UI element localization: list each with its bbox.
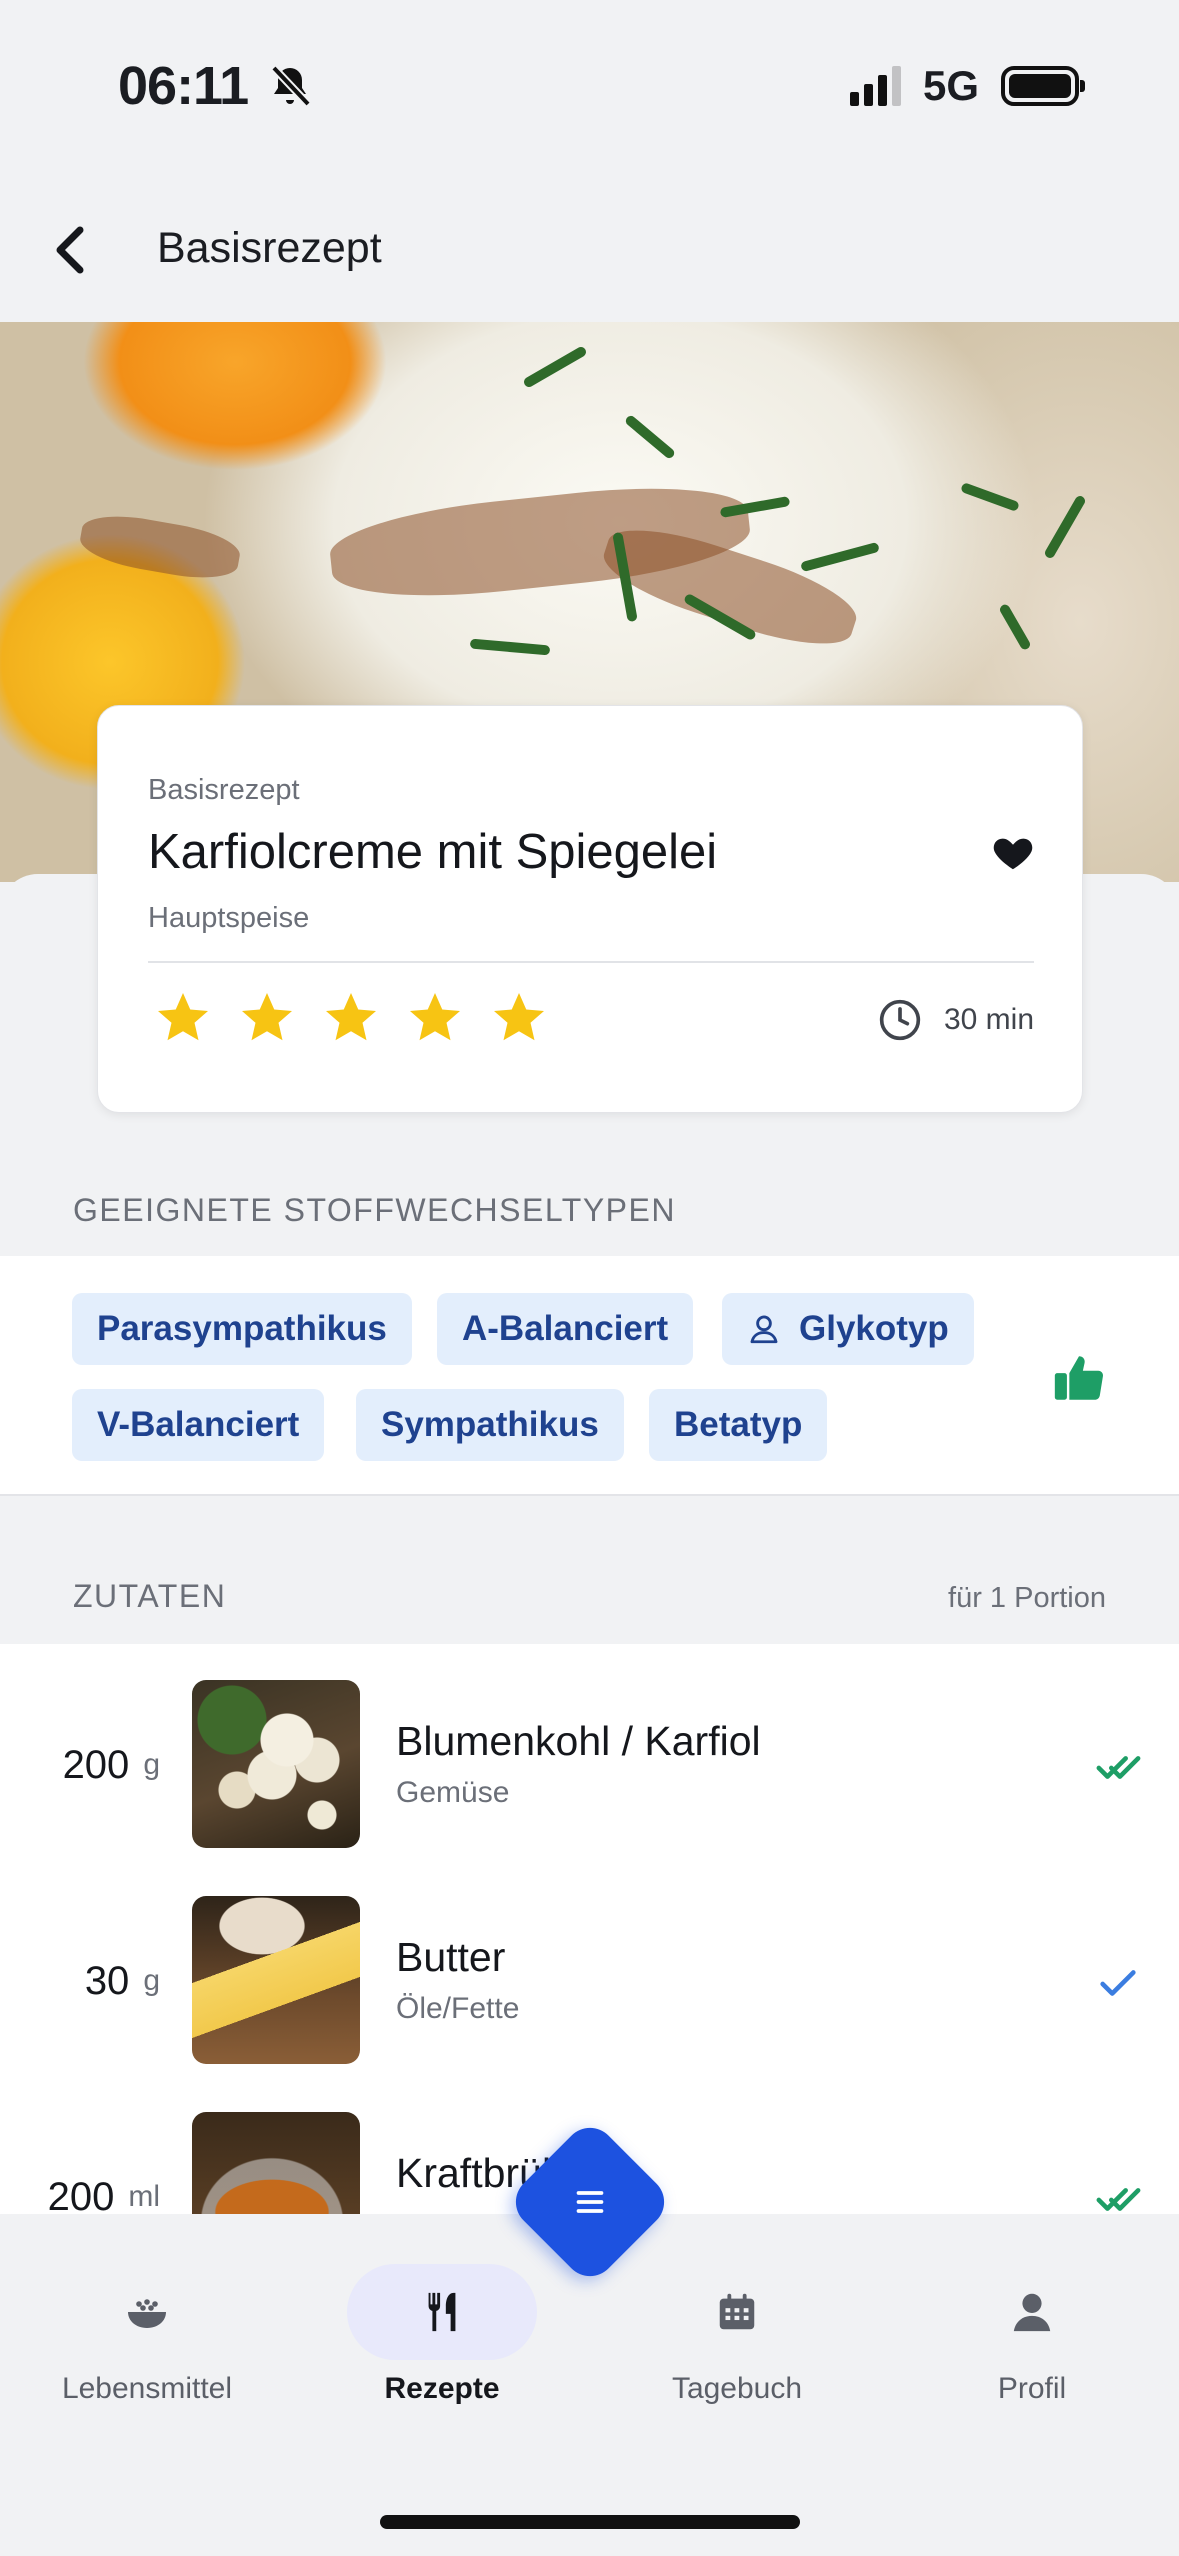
clock-icon [879, 999, 921, 1041]
user-outline-icon [750, 1315, 778, 1344]
recipe-info-card: Basisrezept Karfiolcreme mit Spiegelei H… [97, 705, 1083, 1113]
prep-time: 30 min [878, 998, 1034, 1042]
nav-profil[interactable]: Profil [912, 2264, 1152, 2424]
double-check-icon [1096, 1756, 1141, 1779]
double-check-icon [1096, 2188, 1141, 2211]
star-icon [242, 993, 292, 1041]
network-type: 5G [922, 62, 979, 109]
ingredient-row[interactable]: 200 g Blumenkohl / Karfiol Gemüse [0, 1644, 1179, 1848]
check-icon [1100, 1970, 1136, 1996]
signal-icon [849, 66, 901, 106]
portion-info[interactable]: für 1 Portion [948, 1582, 1106, 1615]
nav-lebensmittel[interactable]: Lebensmittel [27, 2264, 267, 2424]
star-icon [494, 993, 544, 1041]
thumbs-up-icon [1054, 1356, 1103, 1400]
status-time: 06:11 [118, 55, 314, 117]
ingredient-name: Blumenkohl / Karfiol [396, 1718, 761, 1764]
menu-icon [576, 2191, 604, 2213]
nav-tagebuch[interactable]: Tagebuch [617, 2264, 857, 2424]
bell-muted-icon [271, 65, 312, 107]
battery-icon [1001, 66, 1085, 106]
stoffwechsel-tags: Parasympathikus A-Balanciert Glykotyp V-… [0, 1256, 1179, 1496]
section-title-stoffwechseltypen: GEEIGNETE STOFFWECHSELTYPEN [73, 1192, 676, 1228]
ingredient-image-cauliflower [192, 1680, 360, 1848]
ingredient-image-butter [192, 1896, 360, 2064]
fork-knife-icon [428, 2292, 456, 2332]
ingredient-quantity: 200 g [62, 1742, 160, 1787]
recipe-title: Karfiolcreme mit Spiegelei [148, 825, 718, 879]
star-icon [326, 993, 376, 1041]
ingredient-row[interactable]: 30 g Butter Öle/Fette [0, 1860, 1179, 2064]
ingredient-name: Butter [396, 1934, 506, 1980]
ingredient-image-broth [192, 2112, 360, 2214]
star-icon [410, 993, 460, 1041]
ingredient-category: Gemüse [396, 1776, 510, 1809]
star-icon [158, 993, 208, 1041]
tag-glykotyp[interactable]: Glykotyp [722, 1293, 974, 1365]
prep-time-value: 30 min [943, 1003, 1034, 1036]
tag-betatyp[interactable]: Betatyp [649, 1389, 828, 1461]
chevron-left-icon [56, 226, 84, 274]
back-button[interactable] [40, 215, 100, 285]
rating-stars[interactable] [153, 988, 549, 1048]
tag-v-balanciert[interactable]: V-Balanciert [72, 1389, 325, 1461]
card-divider [148, 961, 1034, 963]
recipe-kicker: Basisrezept [148, 774, 300, 806]
section-title-zutaten: ZUTATEN [73, 1578, 227, 1614]
home-indicator [380, 2515, 800, 2529]
tag-parasympathikus[interactable]: Parasympathikus [72, 1293, 412, 1365]
status-indicators: 5G [849, 62, 1085, 110]
ingredient-category: Öle/Fette [396, 1992, 520, 2025]
ingredient-quantity: 200 ml [47, 2174, 160, 2215]
tag-sympathikus[interactable]: Sympathikus [356, 1389, 624, 1461]
heart-icon[interactable] [990, 829, 1036, 875]
ingredient-quantity: 30 g [84, 1958, 160, 2003]
page-title: Basisrezept [157, 224, 382, 272]
calendar-icon [719, 2293, 755, 2330]
user-icon [1013, 2293, 1051, 2332]
recipe-category: Hauptspeise [148, 902, 310, 934]
nav-rezepte[interactable]: Rezepte [322, 2264, 562, 2424]
bowl-icon [128, 2299, 166, 2328]
tag-a-balanciert[interactable]: A-Balanciert [437, 1293, 694, 1365]
